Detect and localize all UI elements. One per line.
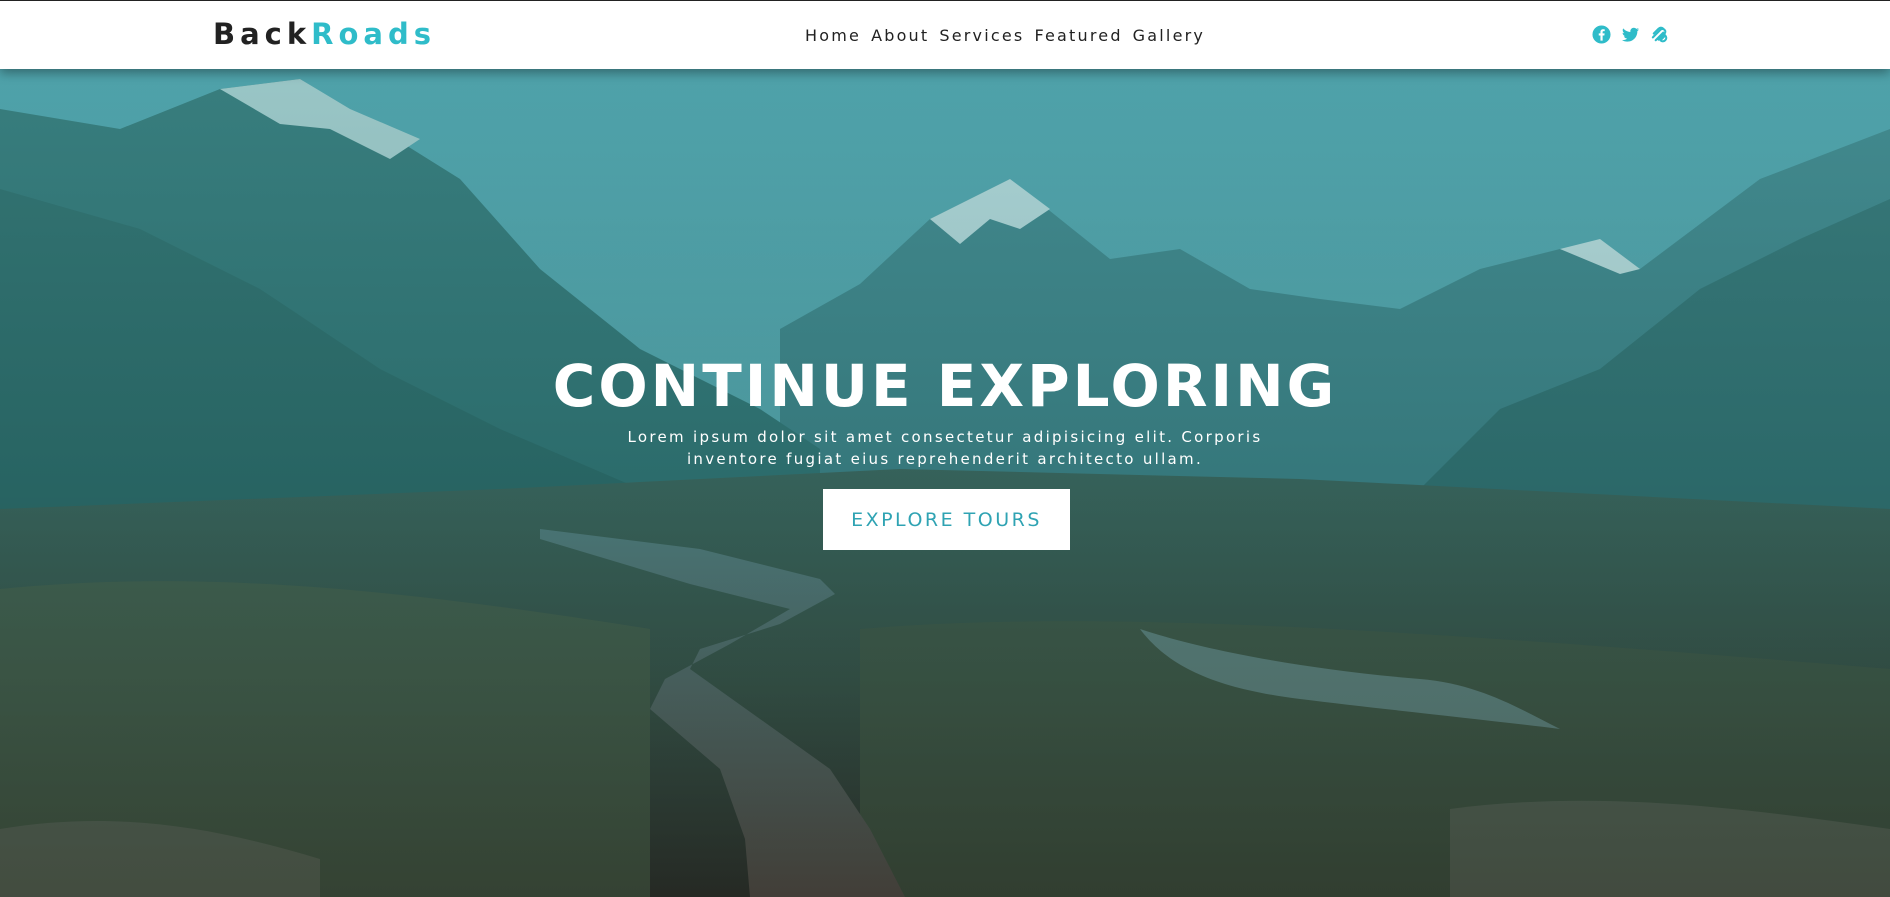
twitter-icon[interactable]	[1621, 25, 1640, 44]
nav-link-home[interactable]: Home	[805, 26, 861, 45]
hero-subtitle: Lorem ipsum dolor sit amet consectetur a…	[627, 428, 1263, 468]
hero-overlay	[0, 69, 1890, 897]
nav-link-about[interactable]: About	[871, 26, 929, 45]
logo-roads: Roads	[311, 17, 436, 51]
logo-back: Back	[213, 17, 312, 51]
explore-tours-button[interactable]: EXPLORE TOURS	[823, 489, 1070, 550]
logo[interactable]: BackRoads	[213, 16, 436, 52]
social-links	[1592, 25, 1669, 44]
nav-links: Home About Services Featured Gallery	[805, 25, 1205, 47]
nav-link-gallery[interactable]: Gallery	[1133, 26, 1205, 45]
nav-link-featured[interactable]: Featured	[1034, 26, 1122, 45]
facebook-icon[interactable]	[1592, 25, 1611, 44]
hero-title: CONTINUE EXPLORING	[552, 352, 1338, 420]
hero: CONTINUE EXPLORING Lorem ipsum dolor sit…	[0, 69, 1890, 897]
squarespace-icon[interactable]	[1650, 25, 1669, 44]
navbar: BackRoads Home About Services Featured G…	[0, 0, 1890, 69]
nav-link-services[interactable]: Services	[939, 26, 1024, 45]
